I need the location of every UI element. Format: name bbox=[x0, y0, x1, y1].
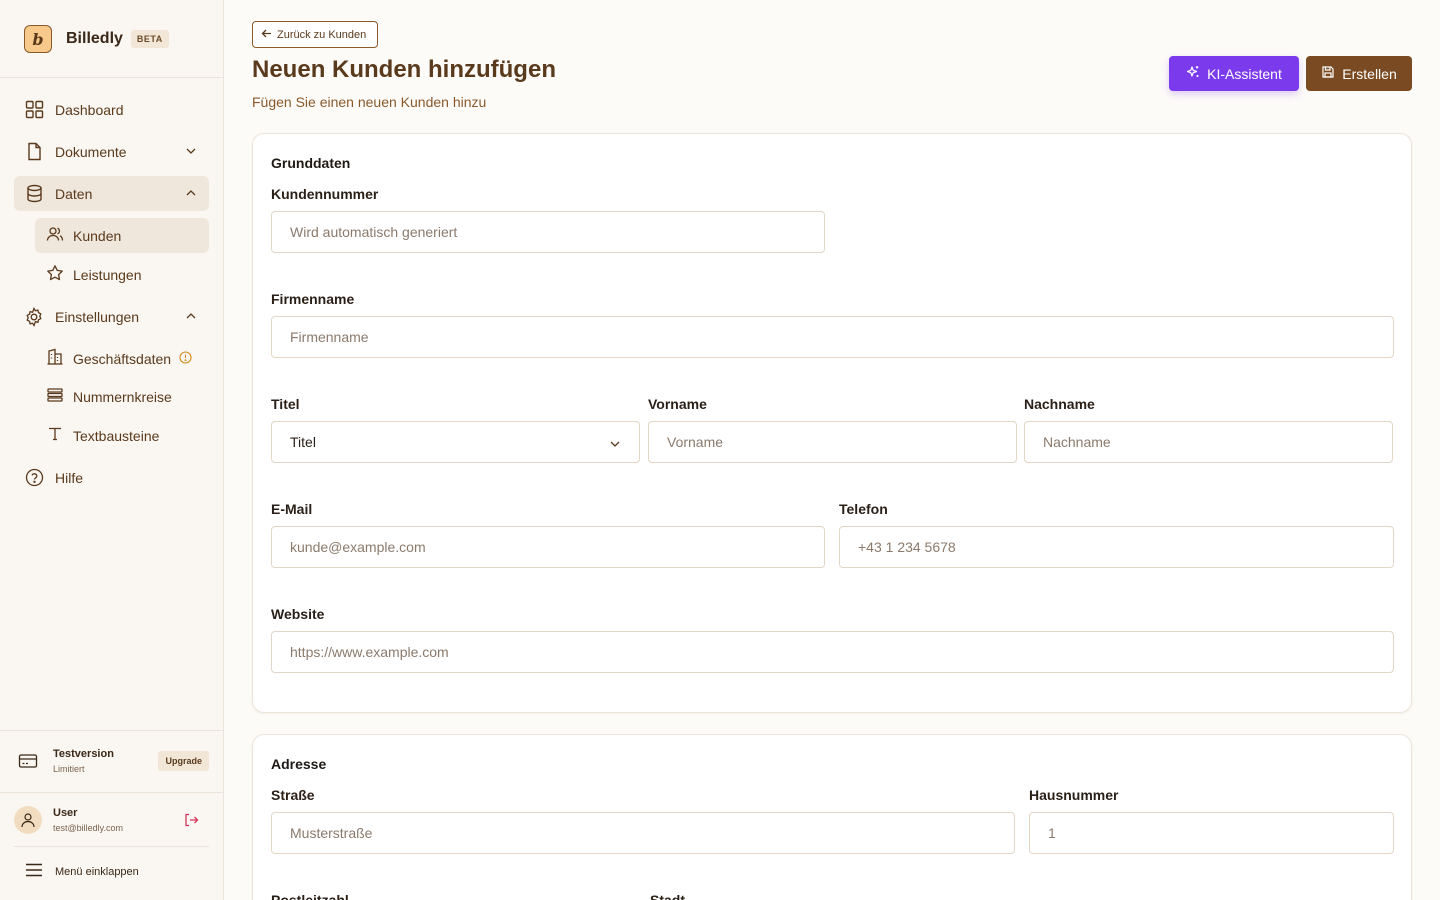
title-select-value: Titel bbox=[290, 434, 316, 450]
section-title: Adresse bbox=[271, 756, 327, 772]
trial-title: Testversion bbox=[53, 748, 114, 760]
beta-badge: BETA bbox=[130, 30, 169, 48]
chevron-down-icon bbox=[185, 144, 197, 160]
sidebar-divider bbox=[0, 730, 223, 731]
sidebar-item-label: Nummernkreise bbox=[73, 388, 172, 405]
document-icon bbox=[24, 142, 44, 162]
grid-icon bbox=[24, 100, 44, 120]
warning-icon bbox=[179, 350, 192, 367]
collapse-menu-button[interactable]: Menü einklappen bbox=[25, 862, 139, 881]
sidebar-divider bbox=[0, 77, 223, 78]
building-icon bbox=[46, 348, 64, 369]
sidebar-item-dokumente[interactable]: Dokumente bbox=[14, 134, 209, 169]
list-icon bbox=[46, 386, 64, 407]
save-icon bbox=[1321, 65, 1335, 82]
city-label: Stadt bbox=[650, 892, 685, 900]
company-name-label: Firmenname bbox=[271, 291, 355, 307]
sidebar-item-label: Dokumente bbox=[55, 143, 127, 160]
first-name-label: Vorname bbox=[648, 396, 707, 412]
page-title: Neuen Kunden hinzufügen bbox=[252, 56, 556, 83]
sidebar-item-label: Dashboard bbox=[55, 101, 124, 118]
house-number-label: Hausnummer bbox=[1029, 787, 1119, 803]
sparkles-icon bbox=[1186, 65, 1200, 82]
text-icon bbox=[46, 425, 64, 446]
section-title: Grunddaten bbox=[271, 155, 351, 171]
website-field[interactable]: https://www.example.com bbox=[271, 631, 1394, 673]
email-label: E-Mail bbox=[271, 501, 313, 517]
sidebar-item-hilfe[interactable]: Hilfe bbox=[14, 460, 209, 495]
sidebar-item-leistungen[interactable]: Leistungen bbox=[35, 257, 209, 292]
sidebar-divider bbox=[14, 846, 209, 847]
user-profile: User test@billedly.com bbox=[14, 806, 209, 836]
user-email: test@billedly.com bbox=[53, 823, 123, 833]
help-icon bbox=[24, 468, 44, 488]
database-icon bbox=[24, 184, 44, 204]
street-input[interactable]: Musterstraße bbox=[271, 812, 1015, 854]
ai-assistant-button[interactable]: KI-Assistent bbox=[1169, 56, 1299, 91]
sidebar-item-label: Hilfe bbox=[55, 469, 84, 486]
back-button-label: Zurück zu Kunden bbox=[277, 28, 367, 41]
user-name: User bbox=[53, 807, 78, 819]
title-select[interactable]: Titel bbox=[271, 421, 640, 463]
house-number-input[interactable]: 1 bbox=[1029, 812, 1394, 854]
address-card: Adresse Straße Musterstraße Hausnummer 1… bbox=[252, 734, 1412, 900]
trial-subtitle: Limitiert bbox=[53, 764, 85, 774]
gear-icon bbox=[24, 306, 44, 327]
customer-number-input[interactable]: Wird automatisch generiert bbox=[271, 211, 825, 253]
sidebar-item-label: Kunden bbox=[73, 227, 122, 244]
upgrade-button[interactable]: Upgrade bbox=[158, 751, 209, 771]
arrow-left-icon bbox=[261, 28, 272, 42]
sidebar-item-label: Leistungen bbox=[73, 266, 142, 283]
sidebar-item-label: Textbausteine bbox=[73, 427, 160, 444]
ai-assistant-label: KI-Assistent bbox=[1207, 65, 1282, 82]
credit-card-icon bbox=[18, 753, 38, 774]
title-label: Titel bbox=[271, 396, 300, 412]
create-button-label: Erstellen bbox=[1342, 65, 1397, 82]
brand-logo: b bbox=[24, 25, 52, 53]
sidebar-item-einstellungen[interactable]: Einstellungen bbox=[14, 299, 209, 334]
website-label: Website bbox=[271, 606, 325, 622]
sidebar: b Billedly BETA Dashboard Dokumente Date… bbox=[0, 0, 224, 900]
phone-field[interactable]: +43 1 234 5678 bbox=[839, 526, 1394, 568]
chevron-down-icon bbox=[609, 437, 621, 453]
sidebar-item-label: Einstellungen bbox=[55, 308, 140, 325]
avatar[interactable] bbox=[14, 806, 42, 834]
brand[interactable]: b Billedly BETA bbox=[24, 24, 169, 54]
sidebar-item-kunden[interactable]: Kunden bbox=[35, 218, 209, 253]
chevron-up-icon bbox=[185, 186, 197, 202]
last-name-label: Nachname bbox=[1024, 396, 1095, 412]
back-to-customers-button[interactable]: Zurück zu Kunden bbox=[252, 21, 379, 48]
last-name-input[interactable]: Nachname bbox=[1024, 421, 1393, 463]
street-label: Straße bbox=[271, 787, 315, 803]
menu-icon bbox=[25, 862, 43, 881]
sidebar-item-geschaeftsdaten[interactable]: Geschäftsdaten bbox=[35, 341, 209, 376]
sidebar-item-label: Daten bbox=[55, 185, 93, 202]
sidebar-item-textbausteine[interactable]: Textbausteine bbox=[35, 418, 209, 453]
sidebar-item-label: Geschäftsdaten bbox=[73, 350, 172, 367]
collapse-menu-label: Menü einklappen bbox=[55, 865, 139, 878]
postal-code-label: Postleitzahl bbox=[271, 892, 349, 900]
first-name-input[interactable]: Vorname bbox=[648, 421, 1017, 463]
page-subtitle: Fügen Sie einen neuen Kunden hinzu bbox=[252, 94, 487, 110]
basic-data-card: Grunddaten Kundennummer Wird automatisch… bbox=[252, 133, 1412, 713]
customer-number-label: Kundennummer bbox=[271, 186, 379, 202]
sidebar-item-dashboard[interactable]: Dashboard bbox=[14, 92, 209, 127]
logout-icon[interactable] bbox=[183, 812, 199, 833]
sidebar-item-nummernkreise[interactable]: Nummernkreise bbox=[35, 379, 209, 414]
brand-name: Billedly bbox=[66, 30, 123, 47]
users-icon bbox=[46, 225, 64, 246]
sidebar-divider bbox=[0, 792, 223, 793]
trial-panel: Testversion Limitiert Upgrade bbox=[18, 745, 209, 777]
star-icon bbox=[46, 264, 64, 285]
chevron-up-icon bbox=[185, 309, 197, 325]
company-name-input[interactable]: Firmenname bbox=[271, 316, 1394, 358]
phone-label: Telefon bbox=[839, 501, 888, 517]
create-button[interactable]: Erstellen bbox=[1306, 56, 1412, 91]
email-field[interactable]: kunde@example.com bbox=[271, 526, 825, 568]
sidebar-item-daten[interactable]: Daten bbox=[14, 176, 209, 211]
